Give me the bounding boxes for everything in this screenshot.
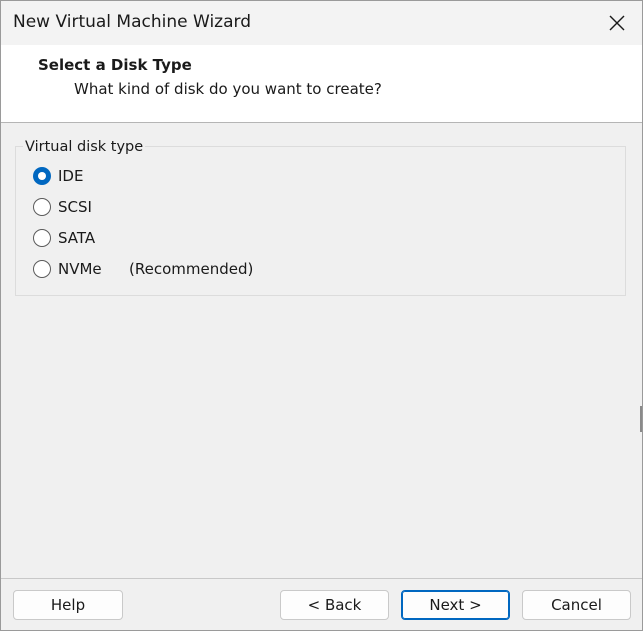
radio-nvme-label[interactable]: NVMe — [58, 260, 102, 278]
recommended-note: (Recommended) — [129, 260, 254, 278]
cancel-button[interactable]: Cancel — [522, 590, 631, 620]
close-button[interactable] — [592, 1, 642, 45]
close-icon — [609, 15, 625, 31]
title-bar: New Virtual Machine Wizard — [1, 1, 642, 45]
disk-type-groupbox — [15, 146, 626, 296]
radio-ide-label[interactable]: IDE — [58, 167, 83, 185]
wizard-header: Select a Disk Type What kind of disk do … — [1, 45, 642, 123]
footer-divider — [1, 578, 642, 579]
radio-sata-label[interactable]: SATA — [58, 229, 95, 247]
disk-type-group-label: Virtual disk type — [23, 139, 146, 155]
next-button[interactable]: Next > — [401, 590, 510, 620]
radio-ide[interactable] — [33, 167, 51, 185]
window-edge-mark — [640, 406, 642, 432]
window-title: New Virtual Machine Wizard — [13, 12, 251, 32]
back-button[interactable]: < Back — [280, 590, 389, 620]
page-subtitle: What kind of disk do you want to create? — [74, 80, 382, 98]
radio-option-ide[interactable]: IDE — [33, 165, 83, 187]
radio-nvme[interactable] — [33, 260, 51, 278]
page-title: Select a Disk Type — [38, 56, 192, 74]
radio-option-sata[interactable]: SATA — [33, 227, 95, 249]
wizard-window: New Virtual Machine Wizard Select a Disk… — [0, 0, 643, 631]
help-button[interactable]: Help — [13, 590, 123, 620]
radio-scsi[interactable] — [33, 198, 51, 216]
radio-scsi-label[interactable]: SCSI — [58, 198, 92, 216]
radio-option-scsi[interactable]: SCSI — [33, 196, 92, 218]
radio-option-nvme[interactable]: NVMe (Recommended) — [33, 258, 253, 280]
radio-sata[interactable] — [33, 229, 51, 247]
